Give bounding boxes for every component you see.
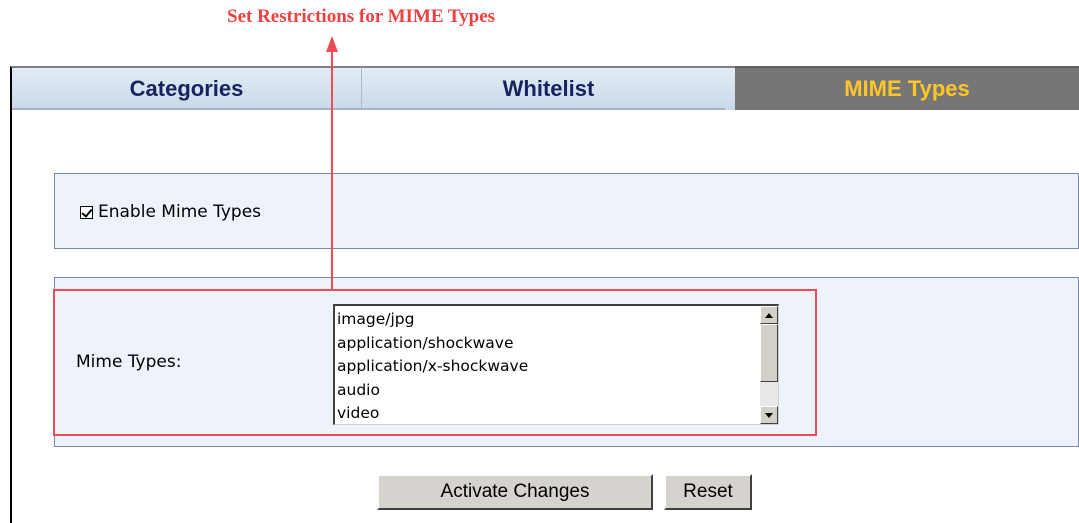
callout-annotation: Set Restrictions for MIME Types xyxy=(227,6,496,27)
enable-mime-types-checkbox[interactable] xyxy=(80,205,93,219)
tab-whitelist-label: Whitelist xyxy=(502,76,595,101)
scroll-thumb[interactable] xyxy=(760,324,778,382)
mime-types-listbox[interactable]: image/jpg application/shockwave applicat… xyxy=(333,304,779,425)
mime-types-list: image/jpg application/shockwave applicat… xyxy=(337,308,757,424)
list-item[interactable]: audio xyxy=(337,379,757,403)
tab-whitelist[interactable]: Whitelist xyxy=(362,66,735,110)
list-item[interactable]: application/x-shockwave xyxy=(337,355,757,379)
tab-mime-types-label: MIME Types xyxy=(844,76,970,101)
tab-mime-types[interactable]: MIME Types xyxy=(735,66,1079,110)
arrow-up-icon xyxy=(765,312,773,318)
page: Set Restrictions for MIME Types Categori… xyxy=(0,0,1079,523)
reset-button[interactable]: Reset xyxy=(664,474,752,510)
tab-divider xyxy=(12,108,725,110)
list-item[interactable]: image/jpg xyxy=(337,308,757,332)
list-item[interactable]: application/shockwave xyxy=(337,332,757,356)
tab-bar: Categories Whitelist MIME Types xyxy=(10,66,1079,110)
scroll-up-button[interactable] xyxy=(760,306,778,324)
mime-types-label: Mime Types: xyxy=(76,352,182,372)
enable-mime-types-label: Enable Mime Types xyxy=(98,202,262,222)
list-item[interactable]: video xyxy=(337,402,757,424)
enable-mime-types-row: Enable Mime Types xyxy=(80,202,261,222)
activate-changes-button[interactable]: Activate Changes xyxy=(377,474,653,510)
tab-categories-label: Categories xyxy=(129,76,244,101)
listbox-scrollbar[interactable] xyxy=(760,306,778,424)
scroll-down-button[interactable] xyxy=(760,406,778,424)
arrow-down-icon xyxy=(765,412,773,418)
tab-categories[interactable]: Categories xyxy=(10,66,362,110)
